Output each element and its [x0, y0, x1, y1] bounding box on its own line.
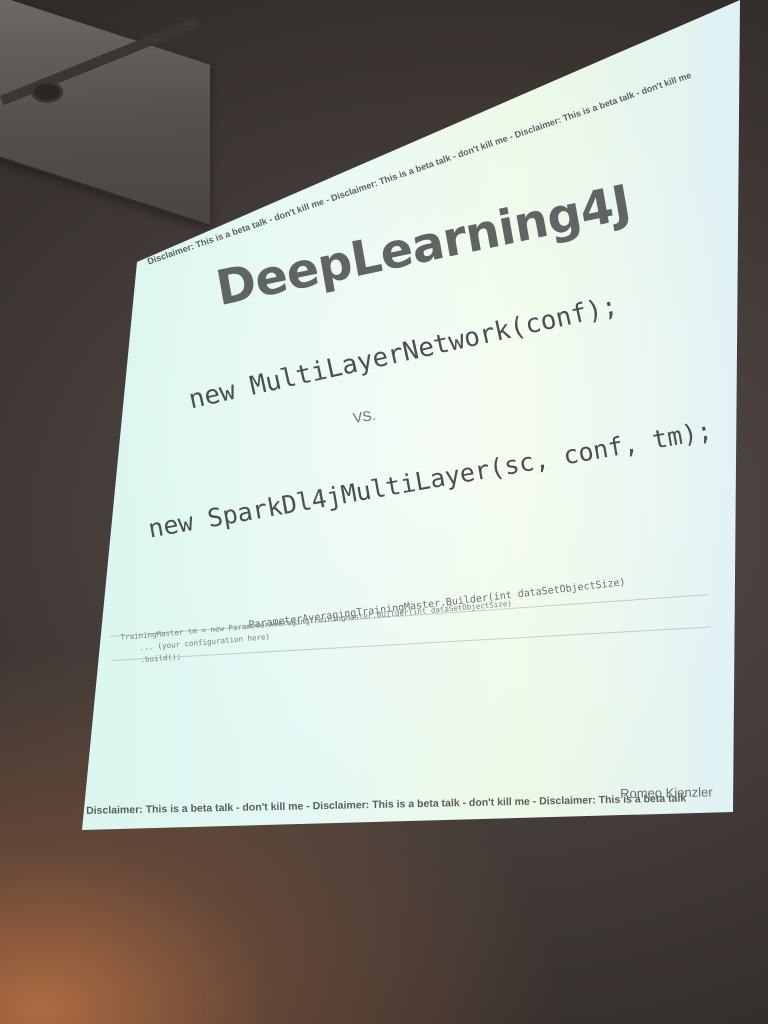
author-name: Romeo Kienzler — [620, 784, 713, 801]
ceiling-fixture — [34, 84, 60, 100]
versus-label: VS. — [352, 406, 377, 426]
